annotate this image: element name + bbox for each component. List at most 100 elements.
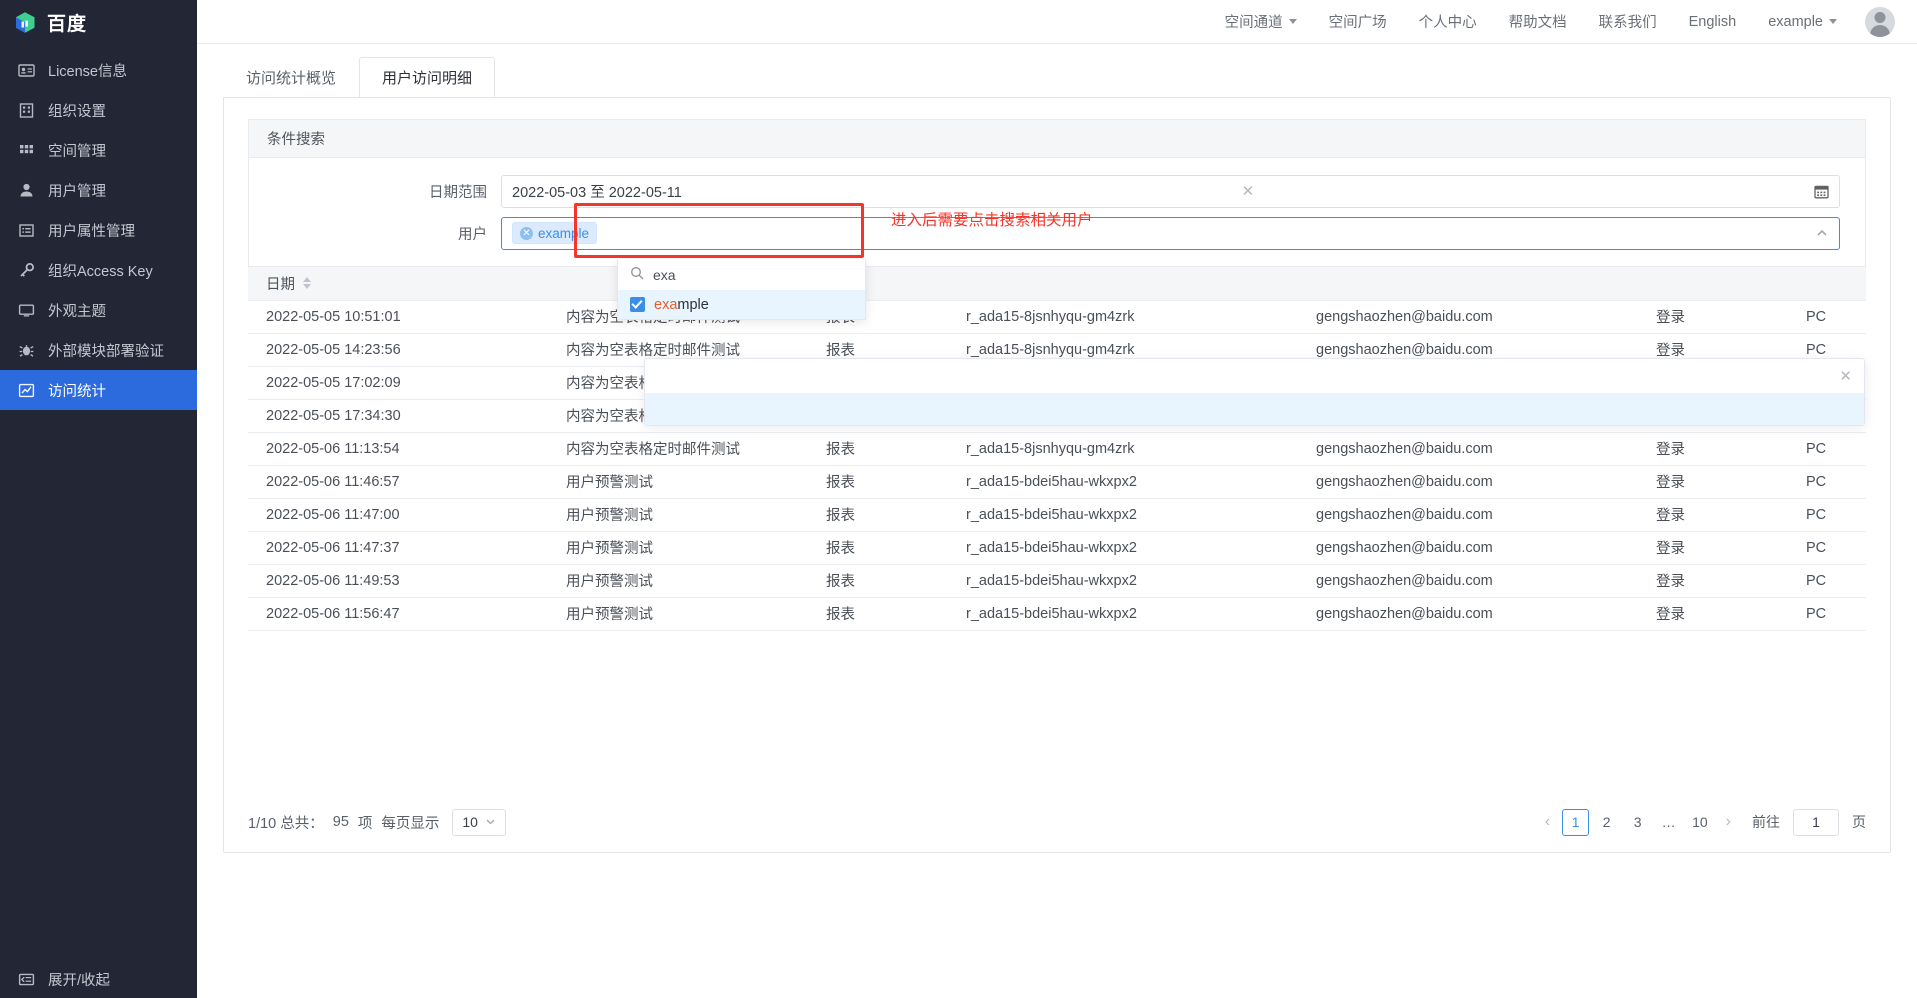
user-dropdown-option-example[interactable]: example [618,290,865,319]
cell-name: 内容为空表格定时邮件测试 [548,432,808,466]
checkbox-checked-icon[interactable] [630,297,645,312]
chevron-up-icon[interactable] [1815,226,1829,240]
sidebar-item-label: 用户管理 [48,183,106,200]
per-page-select[interactable]: 10 [452,808,506,836]
page-button-1[interactable]: 1 [1562,808,1590,836]
sidebar-collapse-toggle[interactable]: 展开/收起 [0,960,197,998]
sidebar-item-access-key[interactable]: 组织Access Key [0,250,197,290]
sidebar-item-user-manage[interactable]: 用户管理 [0,170,197,210]
cell-id: r_ada15-8jsnhyqu-gm4zrk [948,300,1298,334]
sidebar-item-org-settings[interactable]: 组织设置 [0,90,197,130]
cell-user: gengshaozhen@baidu.com [1298,300,1638,334]
cell-action: 登录 [1638,498,1788,532]
top-link-language-english[interactable]: English [1673,14,1753,30]
goto-page-input[interactable]: 1 [1793,808,1839,836]
chart-line-icon [18,382,35,399]
top-link-account-menu[interactable]: example [1752,14,1853,30]
page-ellipsis[interactable]: … [1655,809,1682,836]
cell-device: PC [1788,300,1866,334]
user-dropdown-search-value: exa [653,266,676,283]
date-range-input[interactable]: 2022-05-03 至 2022-05-11 ✕ [501,174,1840,208]
avatar[interactable] [1865,6,1895,37]
table-header-row: 日期 [248,267,1866,301]
cell-type: 报表 [808,564,948,598]
cell-name: 用户预警测试 [548,465,808,499]
page-button-2[interactable]: 2 [1593,809,1620,836]
user-dropdown-search-input[interactable]: exa [618,259,865,290]
table-row[interactable]: 2022-05-06 11:13:54 内容为空表格定时邮件测试 报表 r_ada15… [248,432,1866,466]
top-link-label: 空间广场 [1328,15,1387,31]
page-button-3[interactable]: 3 [1624,809,1651,836]
sorter-icon[interactable] [303,277,311,290]
column-header-user[interactable] [1298,267,1638,301]
sidebar-item-visit-statistics[interactable]: 访问统计 [0,370,197,410]
brand-logo[interactable]: 百度 [0,0,197,44]
brand-name: 百度 [47,13,88,35]
top-link-space-plaza[interactable]: 空间广场 [1313,11,1403,32]
pagination-bar: 1/10 总共： 95 项 每页显示 10 ‹ 1 2 3 … 10 › 前往 … [224,792,1890,852]
close-icon[interactable]: ✕ [1237,184,1260,199]
table-row[interactable]: 2022-05-05 10:51:01内容为空表格定时邮件测试报表r_ada15… [248,300,1866,334]
cell-date: 2022-05-06 11:49:53 [248,564,548,598]
cell-user: gengshaozhen@baidu.com [1298,498,1638,532]
column-header-date[interactable]: 日期 [248,267,548,301]
page-button-10[interactable]: 10 [1686,809,1714,836]
table-row[interactable]: 2022-05-06 11:46:57 用户预警测试 报表 r_ada15-bdei5… [248,465,1866,499]
top-link-space-channel[interactable]: 空间通道 [1209,11,1313,32]
top-link-help-docs[interactable]: 帮助文档 [1493,11,1583,32]
sidebar-item-space-manage[interactable]: 空间管理 [0,130,197,170]
option-rest: mple [677,296,709,313]
table-row[interactable]: 2022-05-06 11:56:47 用户预警测试 报表 r_ada15-bdei5… [248,597,1866,631]
cell-user: gengshaozhen@baidu.com [1298,465,1638,499]
column-header-id[interactable] [948,267,1298,301]
key-icon [18,262,35,279]
sidebar-item-module-verify[interactable]: 外部模块部署验证 [0,330,197,370]
table-row[interactable]: 2022-05-06 11:47:37 用户预警测试 报表 r_ada15-bdei5… [248,531,1866,565]
cell-user: gengshaozhen@baidu.com [1298,432,1638,466]
calendar-icon[interactable] [1814,184,1829,199]
column-header-action[interactable] [1638,267,1788,301]
table-row[interactable]: 2022-05-06 11:49:53 用户预警测试 报表 r_ada15-bdei5… [248,564,1866,598]
sidebar-item-label: 用户属性管理 [48,223,135,240]
user-dropdown-selected-row[interactable] [645,393,1864,425]
sidebar-item-user-attributes[interactable]: 用户属性管理 [0,210,197,250]
close-icon[interactable]: ✕ [1839,367,1852,385]
close-icon[interactable]: ✕ [520,226,533,240]
top-link-contact-us[interactable]: 联系我们 [1583,11,1673,32]
sidebar-item-label: 外部模块部署验证 [48,343,164,360]
table-row[interactable]: 2022-05-06 11:47:00 用户预警测试 报表 r_ada15-bdei5… [248,498,1866,532]
tab-user-visit-detail[interactable]: 用户访问明细 [359,57,496,98]
sidebar-item-appearance-theme[interactable]: 外观主题 [0,290,197,330]
sidebar-item-label: 组织Access Key [48,263,153,280]
user-multiselect[interactable]: ✕ example [501,216,1840,250]
sidebar-item-license[interactable]: License信息 [0,50,197,90]
sidebar-item-label: License信息 [48,63,127,80]
cell-id: r_ada15-bdei5hau-wkxpx2 [948,531,1298,565]
sidebar-item-label: 组织设置 [48,103,106,120]
pagination-summary-prefix: 1/10 总共： [248,815,324,832]
cell-device: PC [1788,498,1866,532]
cell-device: PC [1788,432,1866,466]
cell-type: 报表 [808,597,948,631]
chevron-right-icon[interactable]: › [1718,813,1739,831]
top-link-personal-center[interactable]: 个人中心 [1403,11,1493,32]
annotation-text: 进入后需要点击搜索相关用户 [891,212,1093,229]
column-header-device[interactable] [1788,267,1866,301]
chevron-left-icon[interactable]: ‹ [1537,813,1558,831]
sidebar-collapse-label: 展开/收起 [48,972,111,989]
pagination-summary: 1/10 总共： 95 项 每页显示 10 [248,808,506,836]
top-link-label: 联系我们 [1598,15,1657,31]
monitor-icon [18,302,35,319]
top-navigation-bar: 空间通道 空间广场 个人中心 帮助文档 联系我们 English example [197,0,1917,44]
tabs-container: 访问统计概览 用户访问明细 [197,44,1917,98]
goto-label: 前往 [1752,814,1780,830]
cell-device: PC [1788,531,1866,565]
bug-icon [18,342,35,359]
page-unit-label: 页 [1852,814,1866,830]
cell-id: r_ada15-bdei5hau-wkxpx2 [948,498,1298,532]
user-dropdown-search-bar[interactable]: ✕ [645,359,1864,393]
visit-detail-table: 日期 2022-05-05 10:51:01内容为空表格定时邮件测试报表r_ [248,267,1866,631]
tab-visit-overview[interactable]: 访问统计概览 [223,57,359,98]
cell-name: 用户预警测试 [548,498,808,532]
main-content: 空间通道 空间广场 个人中心 帮助文档 联系我们 English example [197,0,1917,998]
